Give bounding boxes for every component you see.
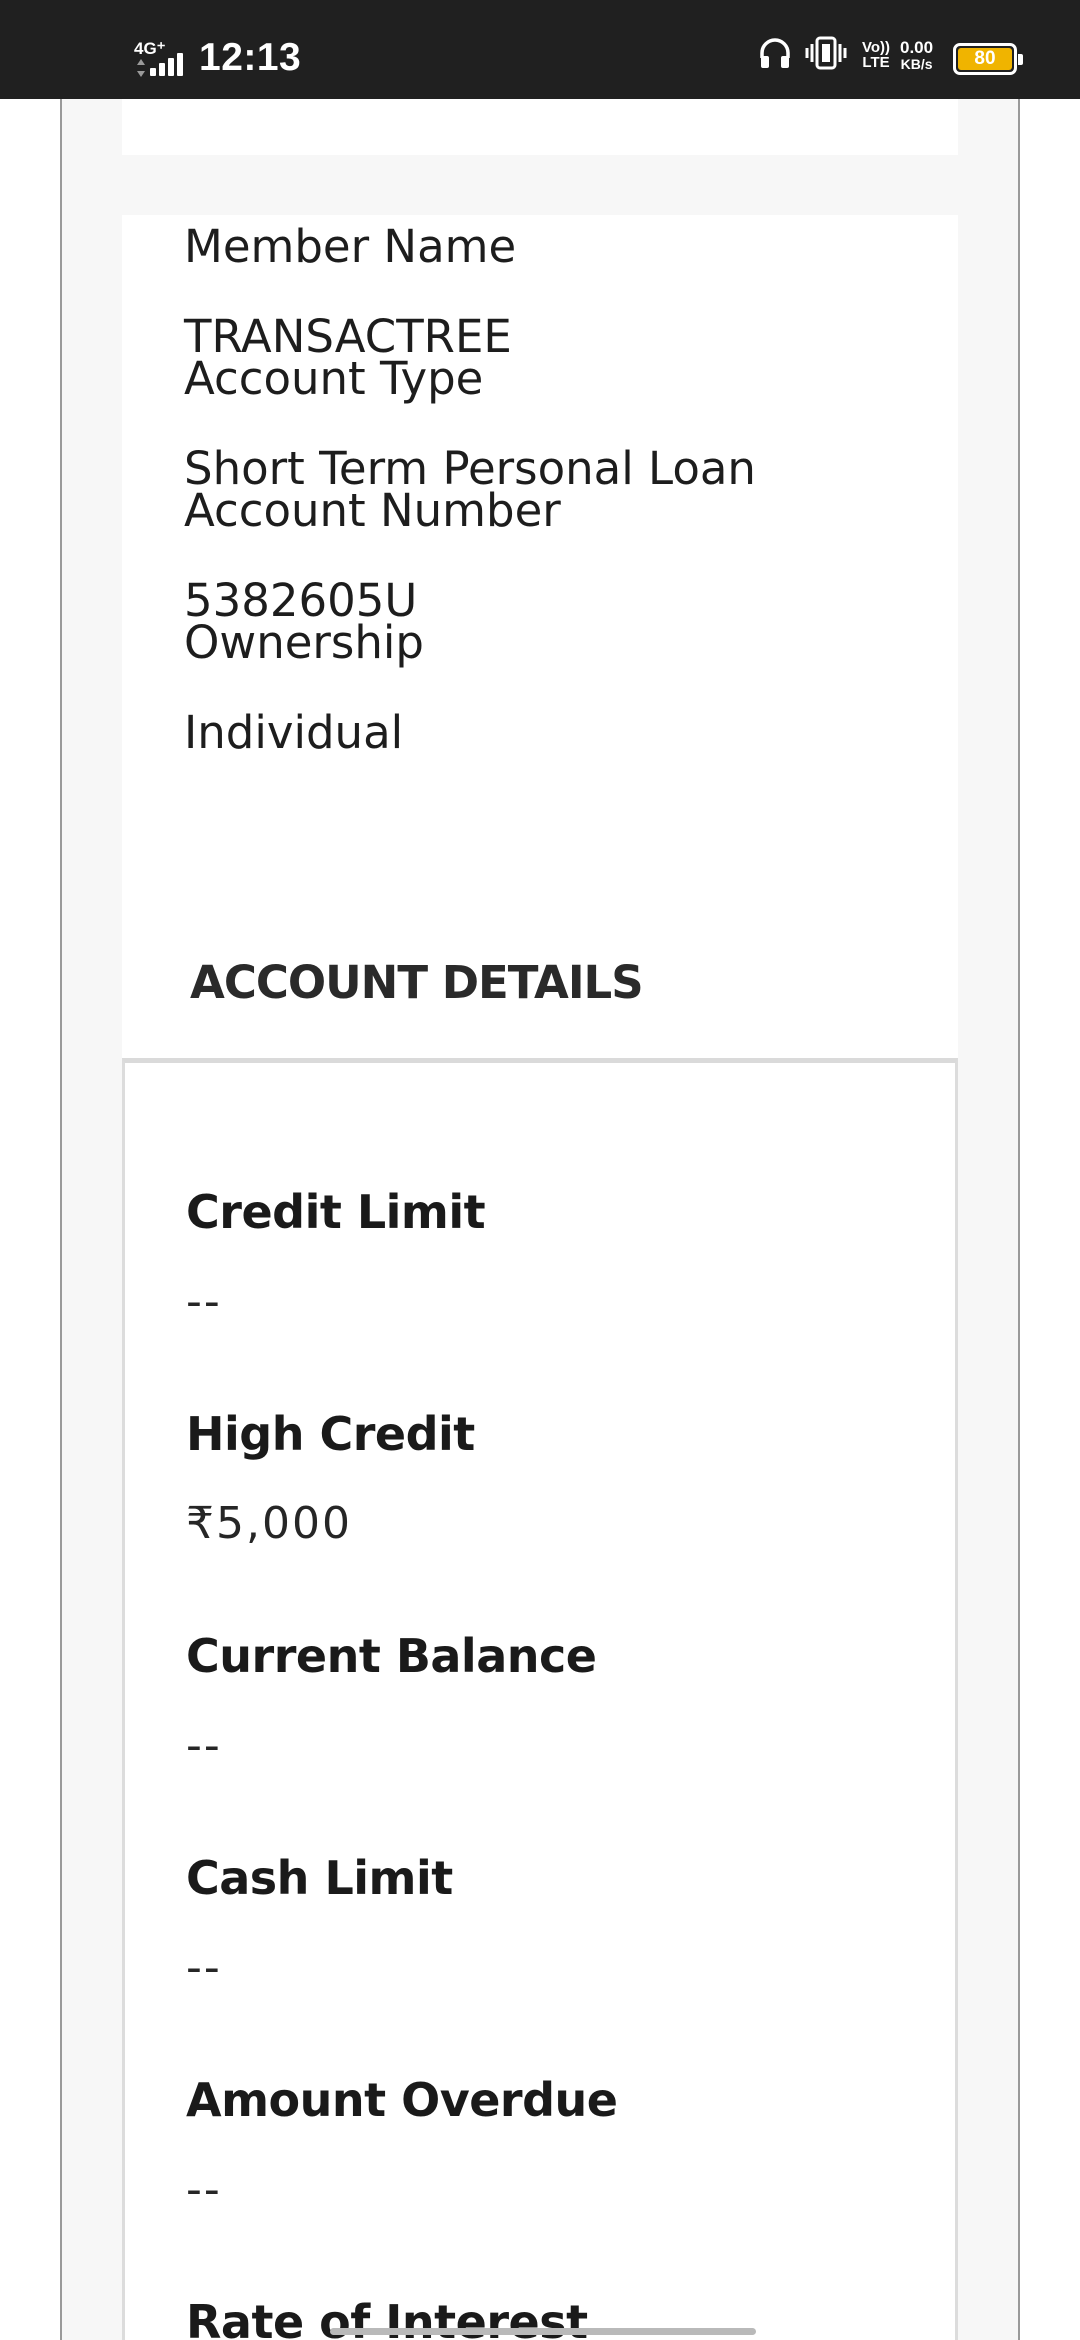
high-credit-field: High Credit ₹5,000 [186,1409,475,1549]
amount-overdue-value: -- [186,2164,222,2215]
credit-limit-value: -- [186,1276,222,1327]
high-credit-value: ₹5,000 [186,1498,352,1549]
member-name-label: Member Name [184,220,517,273]
scroll-indicator[interactable] [330,2328,756,2335]
signal-icon [150,52,190,76]
headphone-icon [760,38,790,68]
current-balance-value: -- [186,1720,222,1771]
cash-limit-label: Cash Limit [186,1851,453,1905]
battery-icon: 80 [953,43,1023,75]
section-title-account-details: ACCOUNT DETAILS [190,956,644,1009]
previous-card [122,99,958,155]
amount-overdue-label: Amount Overdue [186,2073,618,2127]
amount-overdue-field: Amount Overdue -- [186,2073,618,2215]
member-name-field: Member Name TRANSACTREE [184,224,516,360]
credit-limit-field: Credit Limit -- [186,1185,486,1327]
credit-limit-label: Credit Limit [186,1185,486,1239]
current-balance-label: Current Balance [186,1629,597,1683]
ownership-label: Ownership [184,616,424,669]
account-type-field: Account Type Short Term Personal Loan [184,356,756,492]
status-bar: 4G⁺ 12:13 Vo)) LTE 0.00 KB/s 80 [0,0,1080,99]
account-number-field: Account Number 5382605U [184,488,561,624]
cash-limit-field: Cash Limit -- [186,1853,453,1993]
high-credit-label: High Credit [186,1407,475,1461]
volte-indicator: Vo)) LTE [862,39,891,71]
account-type-label: Account Type [184,352,484,405]
ownership-field: Ownership Individual [184,620,424,756]
current-balance-field: Current Balance -- [186,1629,597,1771]
vibrate-icon [805,36,847,70]
ownership-value: Individual [184,706,404,759]
cash-limit-value: -- [186,1942,222,1993]
network-speed: 0.00 KB/s [900,38,934,72]
data-activity-icon [137,59,145,77]
clock: 12:13 [199,36,302,79]
battery-level: 80 [958,48,1012,70]
account-number-label: Account Number [184,484,561,537]
